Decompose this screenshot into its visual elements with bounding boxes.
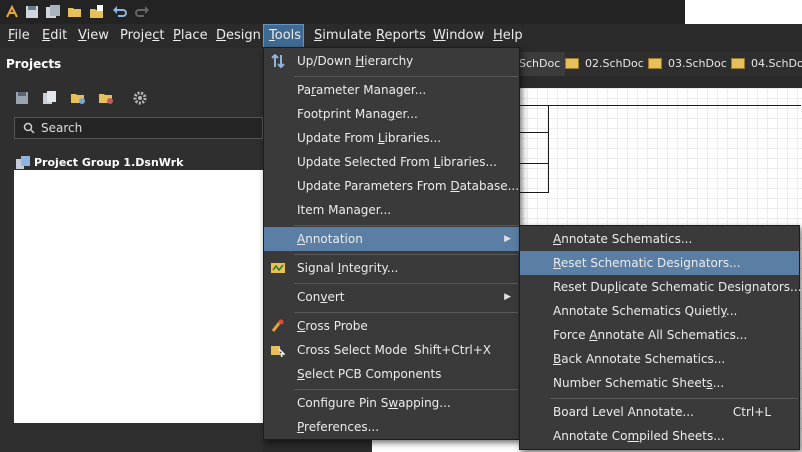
menu-item-board-level-annotate[interactable]: Board Level Annotate... Ctrl+L (520, 400, 799, 424)
redo-icon[interactable] (134, 4, 150, 20)
search-icon (23, 122, 35, 134)
menu-item-reset-duplicate-designators[interactable]: Reset Duplicate Schematic Designators... (520, 275, 802, 299)
tab-document-04[interactable]: 04.SchDoc (731, 52, 802, 76)
menu-item-up-down-hierarchy[interactable]: Up/Down Hierarchy (264, 49, 519, 73)
projects-toolbar (14, 90, 254, 108)
signal-integrity-icon (271, 263, 285, 273)
title-bar (0, 0, 802, 24)
close-project-icon[interactable] (98, 90, 114, 106)
submenu-arrow-icon: ▶ (504, 292, 511, 302)
menu-item-signal-integrity[interactable]: Signal Integrity... (264, 256, 519, 280)
menu-item-parameter-manager[interactable]: Parameter Manager... (264, 78, 519, 102)
menu-design[interactable]: Design (216, 24, 261, 48)
menu-item-update-from-libraries[interactable]: Update From Libraries... (264, 126, 519, 150)
tab-document-02[interactable]: 02.SchDoc (565, 52, 645, 76)
menu-bar: File Edit View Project Place Design Tool… (0, 24, 802, 48)
menu-item-annotate-compiled-sheets[interactable]: Annotate Compiled Sheets... (520, 424, 799, 448)
undo-icon[interactable] (112, 4, 128, 20)
save-all-icon[interactable] (45, 4, 61, 20)
schematic-doc-icon (731, 58, 745, 69)
cross-probe-icon (271, 319, 284, 332)
menu-separator (294, 225, 518, 226)
menu-item-number-schematic-sheets[interactable]: Number Schematic Sheets... (520, 371, 799, 395)
schematic-doc-icon (565, 58, 579, 69)
app-logo-icon (6, 4, 18, 18)
search-placeholder: Search (41, 121, 83, 135)
menu-item-configure-pin-swapping[interactable]: Configure Pin Swapping... (264, 391, 519, 415)
menu-item-annotation[interactable]: Annotation ▶ (264, 227, 519, 251)
tab-label: 02.SchDoc (585, 57, 644, 70)
projects-panel: Projects Search Project Group 1.DsnWrk (0, 48, 263, 452)
open-document-icon[interactable] (89, 4, 105, 20)
menu-separator (294, 283, 518, 284)
tab-label: SchDoc (519, 57, 561, 70)
tab-label: 03.SchDoc (668, 57, 727, 70)
menu-item-cross-probe[interactable]: Cross Probe (264, 314, 519, 338)
menu-item-item-manager[interactable]: Item Manager... (264, 198, 519, 222)
workspace-icon (16, 156, 30, 169)
menu-item-reset-schematic-designators[interactable]: Reset Schematic Designators... (520, 251, 799, 275)
menu-item-select-pcb-components[interactable]: Select PCB Components (264, 362, 519, 386)
document-tabs: SchDoc 02.SchDoc 03.SchDoc 04.SchDoc (517, 52, 802, 76)
tab-document-03[interactable]: 03.SchDoc (648, 52, 728, 76)
menu-tools[interactable]: Tools (263, 24, 304, 48)
project-group-node[interactable]: Project Group 1.DsnWrk (14, 155, 263, 170)
menu-reports[interactable]: Reports (376, 24, 426, 48)
save-icon[interactable] (24, 4, 40, 20)
shortcut-label: Ctrl+L (732, 405, 771, 419)
menu-place[interactable]: Place (173, 24, 208, 48)
menu-separator (294, 76, 518, 77)
menu-file[interactable]: File (8, 24, 30, 48)
menu-separator (550, 398, 798, 399)
menu-edit[interactable]: Edit (42, 24, 67, 48)
menu-help[interactable]: Help (493, 24, 523, 48)
menu-simulate[interactable]: Simulate (314, 24, 371, 48)
schematic-border-cell (517, 132, 549, 164)
menu-separator (294, 254, 518, 255)
project-search-input[interactable]: Search (14, 117, 263, 139)
menu-view[interactable]: View (78, 24, 109, 48)
copy-project-icon[interactable] (42, 90, 58, 106)
menu-item-preferences[interactable]: Preferences... (264, 415, 519, 439)
hierarchy-arrows-icon (271, 54, 285, 68)
tools-menu: Up/Down Hierarchy Parameter Manager... F… (263, 47, 520, 440)
open-project-icon[interactable] (70, 90, 86, 106)
settings-gear-icon[interactable] (132, 90, 148, 106)
open-folder-icon[interactable] (67, 4, 83, 20)
menu-item-force-annotate-all[interactable]: Force Annotate All Schematics... (520, 323, 799, 347)
menu-project[interactable]: Project (120, 24, 165, 48)
tab-document-01[interactable]: SchDoc (517, 52, 565, 76)
projects-panel-title: Projects (6, 57, 62, 71)
annotation-submenu: Annotate Schematics... Reset Schematic D… (519, 225, 802, 450)
submenu-arrow-icon: ▶ (504, 234, 511, 244)
title-search-area (685, 0, 802, 24)
schematic-border-line (547, 105, 801, 106)
menu-item-annotate-schematics-quietly[interactable]: Annotate Schematics Quietly... (520, 299, 799, 323)
shortcut-label: Shift+Ctrl+X (414, 343, 491, 357)
menu-item-convert[interactable]: Convert ▶ (264, 285, 519, 309)
menu-item-annotate-schematics[interactable]: Annotate Schematics... (520, 227, 799, 251)
save-project-icon[interactable] (14, 90, 30, 106)
menu-separator (294, 389, 518, 390)
menu-window[interactable]: Window (433, 24, 484, 48)
project-tree[interactable] (14, 155, 263, 423)
menu-separator (294, 312, 518, 313)
cross-select-icon (271, 346, 285, 357)
tab-label: 04.SchDoc (751, 57, 802, 70)
project-group-label: Project Group 1.DsnWrk (34, 156, 184, 169)
menu-item-update-parameters-from-database[interactable]: Update Parameters From Database... (264, 174, 519, 198)
menu-item-back-annotate-schematics[interactable]: Back Annotate Schematics... (520, 347, 799, 371)
menu-item-footprint-manager[interactable]: Footprint Manager... (264, 102, 519, 126)
menu-item-cross-select-mode[interactable]: Cross Select Mode Shift+Ctrl+X (264, 338, 519, 362)
menu-item-update-selected-from-libraries[interactable]: Update Selected From Libraries... (264, 150, 519, 174)
schematic-doc-icon (648, 58, 662, 69)
